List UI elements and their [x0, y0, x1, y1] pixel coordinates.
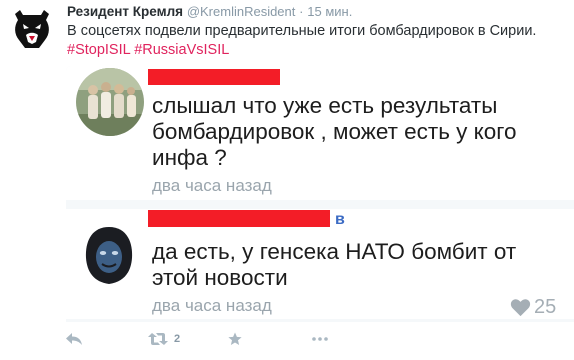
reply-icon	[66, 333, 82, 345]
star-icon	[228, 332, 242, 345]
retweet-icon	[148, 333, 168, 345]
tweet-image[interactable]: Ал К к слышал что уже есть результаты бо…	[66, 66, 574, 322]
author-avatar[interactable]	[9, 6, 55, 52]
retweet-button[interactable]: 2	[148, 328, 180, 350]
like-heart-icon	[510, 298, 531, 322]
commenter-avatar	[78, 224, 140, 286]
comment-text-line: этой новости	[152, 265, 288, 290]
comment-text-line: да есть, у генсека НАТО бомбит от	[152, 239, 517, 264]
comment-card: Ал К к слышал что уже есть результаты бо…	[66, 66, 574, 200]
comment-text-line: инфа ?	[152, 145, 227, 170]
comment-time: два часа назад	[152, 296, 272, 315]
comment-text-line: бомбардировок , может есть у кого	[152, 119, 517, 144]
comment-text-line: слышал что уже есть результаты	[152, 93, 498, 118]
bear-logo-icon	[15, 10, 49, 48]
like-count: 25	[534, 296, 557, 318]
tweet-hashtags: #StopISIL #RussiaVsISIL	[67, 42, 229, 59]
hooded-figure-icon	[78, 224, 140, 286]
retweet-count: 2	[174, 333, 181, 345]
hashtag-stopisil[interactable]: #StopISIL	[67, 42, 130, 58]
tweet-timestamp[interactable]: 15 мин.	[307, 4, 352, 19]
author-handle[interactable]: @KremlinResident	[187, 4, 296, 19]
hashtag-russiavsisil[interactable]: #RussiaVsISIL	[134, 42, 229, 58]
redaction-bar	[148, 69, 280, 85]
more-dots-icon	[312, 337, 328, 341]
tweet-header: Резидент Кремля @KremlinResident · 15 ми…	[67, 4, 568, 20]
redaction-bar	[148, 210, 330, 227]
author-name[interactable]: Резидент Кремля	[67, 4, 183, 19]
favorite-button[interactable]	[228, 328, 242, 350]
separator-dot: ·	[299, 4, 304, 19]
more-button[interactable]	[312, 328, 328, 350]
reply-button[interactable]	[66, 328, 82, 350]
commenter-avatar	[76, 68, 144, 136]
comment-time: два часа назад	[152, 176, 272, 195]
tweet-text: В соцсетях подвели предварительные итоги…	[67, 23, 537, 39]
tweet-actions: 2	[66, 328, 366, 350]
group-photo-icon	[76, 68, 144, 136]
commenter-name-fragment: в	[335, 211, 346, 228]
comment-card: в да есть, у генсека НАТО бомбит от этой…	[66, 209, 574, 319]
